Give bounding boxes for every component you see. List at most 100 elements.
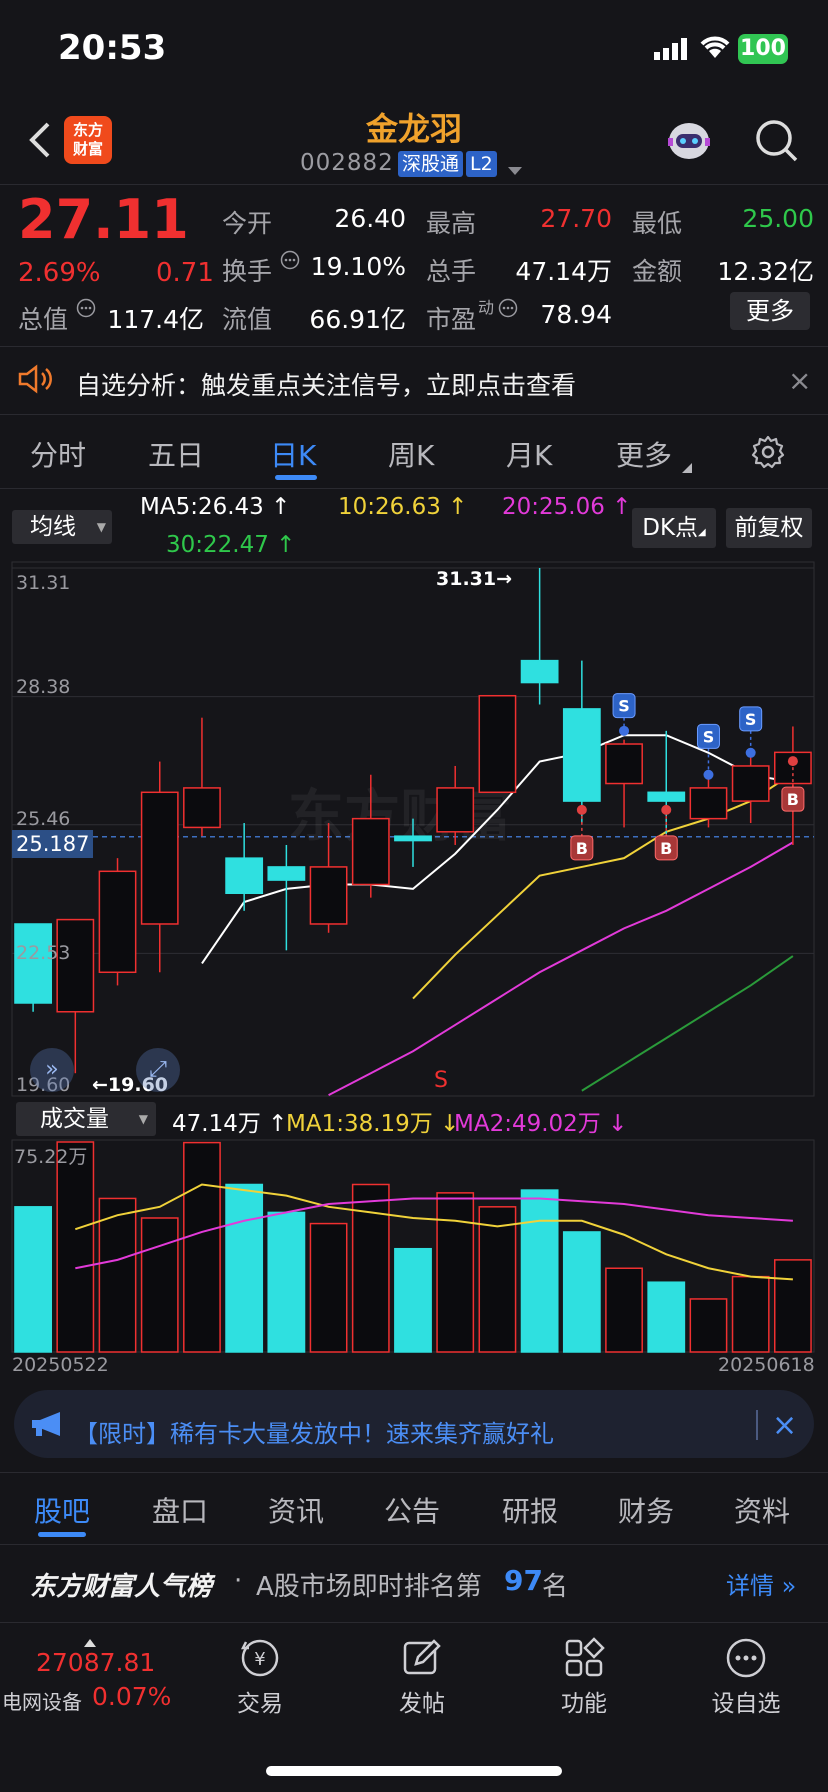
tab-daily-k[interactable]: 日K bbox=[270, 434, 316, 474]
info-icon[interactable] bbox=[76, 298, 96, 322]
volume-now: 47.14万 ↑ bbox=[172, 1111, 288, 1137]
date-start-label: 20250522 bbox=[12, 1354, 109, 1376]
volume-select[interactable]: 成交量 ▼ bbox=[16, 1102, 156, 1136]
tab-weekly-k[interactable]: 周K bbox=[388, 434, 434, 474]
promo-divider bbox=[0, 1472, 828, 1473]
tab-monthly-k[interactable]: 月K bbox=[506, 434, 552, 474]
nav-trade-label[interactable]: 交易 bbox=[210, 1684, 310, 1718]
low-value: 25.00 bbox=[742, 204, 814, 233]
nav-functions-label[interactable]: 功能 bbox=[534, 1684, 634, 1718]
candle-body bbox=[56, 918, 95, 1013]
corner-triangle-icon: ◢ bbox=[698, 527, 706, 538]
candle-body bbox=[183, 787, 221, 829]
mktcap-label: 总值 bbox=[18, 305, 69, 334]
pe-super: 动 bbox=[478, 298, 495, 317]
dk-point-button[interactable]: DK点◢ bbox=[632, 508, 716, 548]
ma30-label: 30:22.47 ↑ bbox=[166, 532, 296, 558]
expand-icon[interactable]: » bbox=[30, 1048, 74, 1092]
robot-assistant-icon[interactable] bbox=[664, 116, 714, 170]
candle-body bbox=[309, 866, 348, 925]
amount-label: 金额 bbox=[632, 257, 683, 286]
search-icon[interactable] bbox=[754, 118, 800, 168]
l2-tag: L2 bbox=[466, 151, 497, 177]
caret-down-icon: ▼ bbox=[96, 520, 106, 534]
ma10-label: 10:26.63 ↑ bbox=[338, 494, 468, 520]
status-time: 20:53 bbox=[58, 28, 167, 68]
volume-bar bbox=[689, 1298, 728, 1353]
functions-icon[interactable] bbox=[562, 1636, 606, 1680]
trade-icon[interactable]: ¥ bbox=[238, 1636, 282, 1680]
y-tick-label: 25.46 bbox=[16, 808, 71, 830]
promo-text[interactable]: 【限时】稀有卡大量发放中！速来集齐赢好礼 bbox=[74, 1414, 554, 1449]
volume-bar bbox=[773, 1259, 812, 1353]
speaker-icon bbox=[18, 364, 54, 398]
more-dots-icon[interactable] bbox=[724, 1636, 768, 1680]
tab-research[interactable]: 研报 bbox=[502, 1490, 558, 1530]
chevron-down-icon[interactable] bbox=[508, 160, 522, 179]
post-icon[interactable] bbox=[400, 1636, 444, 1680]
amount-value: 12.32亿 bbox=[717, 257, 814, 286]
nav-add-watch-label[interactable]: 设自选 bbox=[696, 1684, 796, 1718]
tab-finance[interactable]: 财务 bbox=[618, 1490, 674, 1530]
more-button[interactable]: 更多 bbox=[730, 292, 810, 330]
battery-indicator: 100 bbox=[738, 34, 788, 64]
volume-bar bbox=[731, 1275, 770, 1353]
candle-body bbox=[140, 791, 179, 925]
volume-value: 47.14万 bbox=[515, 257, 612, 286]
ma-select[interactable]: 均线 ▼ bbox=[12, 510, 112, 544]
megaphone-icon bbox=[30, 1410, 66, 1442]
tab-more[interactable]: 更多 bbox=[616, 434, 672, 474]
vol-ma2-label: MA2:49.02万 ↓ bbox=[454, 1111, 628, 1137]
alert-text[interactable]: 自选分析：触发重点关注信号，立即点击查看 bbox=[76, 366, 576, 402]
s-marker: S bbox=[434, 1068, 448, 1093]
tab-intraday[interactable]: 分时 bbox=[30, 434, 86, 474]
bottom-tab-underline bbox=[38, 1532, 86, 1537]
index-name[interactable]: 电网设备 bbox=[2, 1686, 82, 1715]
turnover-label: 换手 bbox=[222, 257, 273, 286]
ranking-text-post: 名 bbox=[542, 1572, 569, 1602]
gear-icon[interactable] bbox=[750, 434, 786, 474]
stock-code: 002882 bbox=[300, 150, 394, 176]
volume-max-label: 75.22万 bbox=[14, 1146, 88, 1168]
sell-signal-letter: S bbox=[618, 697, 630, 716]
buy-signal-letter: B bbox=[787, 790, 799, 809]
candle-body bbox=[562, 708, 601, 802]
tab-profile[interactable]: 资料 bbox=[734, 1490, 790, 1530]
index-pct[interactable]: 0.07% bbox=[92, 1682, 171, 1711]
close-icon[interactable]: × bbox=[788, 364, 811, 397]
svg-text:¥: ¥ bbox=[254, 1649, 265, 1670]
tab-underline bbox=[275, 475, 317, 480]
ranking-dot: · bbox=[234, 1566, 243, 1596]
fullscreen-icon[interactable]: ⤢ bbox=[136, 1048, 180, 1092]
sz-connect-tag: 深股通 bbox=[398, 151, 464, 177]
y-tick-label: 22.53 bbox=[16, 942, 71, 964]
vol-ma1-label: MA1:38.19万 ↓ bbox=[286, 1111, 460, 1137]
pe-label: 市盈 bbox=[426, 305, 477, 334]
turnover-value: 19.10% bbox=[310, 252, 406, 281]
tab-guba[interactable]: 股吧 bbox=[34, 1490, 90, 1530]
adjust-button[interactable]: 前复权 bbox=[726, 508, 812, 548]
info-icon[interactable] bbox=[280, 250, 300, 274]
ma5-label: MA5:26.43 ↑ bbox=[140, 494, 291, 520]
close-icon[interactable]: × bbox=[772, 1408, 797, 1443]
candlestick-chart[interactable]: 东方财富 BSBSSB bbox=[0, 560, 828, 1100]
volume-bar bbox=[56, 1141, 95, 1353]
mktcap-value: 117.4亿 bbox=[107, 305, 204, 334]
candle-body bbox=[478, 694, 517, 794]
volume-bar bbox=[478, 1206, 517, 1353]
y-tick-label: 28.38 bbox=[16, 676, 71, 698]
tab-announcements[interactable]: 公告 bbox=[384, 1490, 440, 1530]
home-indicator[interactable] bbox=[266, 1766, 562, 1776]
info-icon[interactable] bbox=[498, 298, 518, 322]
tab-pankou[interactable]: 盘口 bbox=[152, 1490, 208, 1530]
bottom-tabs-divider bbox=[0, 1544, 828, 1545]
index-value[interactable]: 27087.81 bbox=[36, 1648, 155, 1677]
candle-body bbox=[605, 743, 643, 785]
low-label: 最低 bbox=[632, 209, 683, 238]
tab-five-day[interactable]: 五日 bbox=[148, 434, 204, 474]
tab-news[interactable]: 资讯 bbox=[268, 1490, 324, 1530]
date-end-label: 20250618 bbox=[718, 1354, 815, 1376]
ranking-detail-link[interactable]: 详情 » bbox=[726, 1566, 796, 1601]
nav-post-label[interactable]: 发帖 bbox=[372, 1684, 472, 1718]
volume-bar bbox=[225, 1183, 264, 1353]
